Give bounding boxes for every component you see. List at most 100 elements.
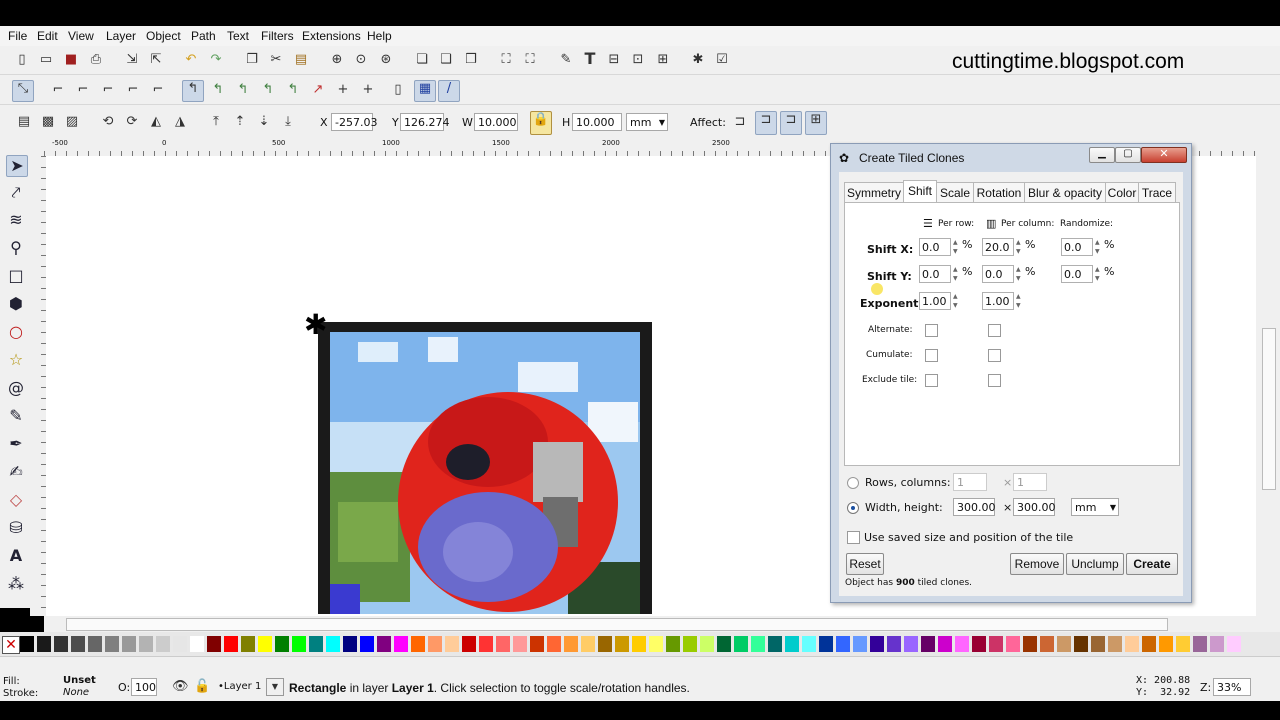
3dbox-tool-icon[interactable]: ⬢ bbox=[6, 294, 26, 314]
zoom-selection-icon[interactable]: ⊕ bbox=[329, 52, 345, 68]
palette-swatch[interactable] bbox=[921, 636, 935, 652]
snap-nodes-icon[interactable]: ↰ bbox=[182, 80, 204, 102]
close-button[interactable]: ✕ bbox=[1141, 147, 1187, 163]
palette-swatch[interactable] bbox=[275, 636, 289, 652]
tab-rotation[interactable]: Rotation bbox=[973, 182, 1025, 204]
pen-tool-icon[interactable]: ✒ bbox=[6, 434, 26, 454]
spin-arrows-icon[interactable]: ▲ ▼ bbox=[1095, 238, 1103, 256]
rect-tool-icon[interactable]: □ bbox=[6, 266, 26, 286]
palette-swatch[interactable] bbox=[1176, 636, 1190, 652]
shift-y-col-value[interactable]: 0.0 bbox=[982, 265, 1014, 283]
exclude-col-checkbox[interactable] bbox=[988, 374, 1001, 387]
reset-button[interactable]: Reset bbox=[846, 553, 884, 575]
palette-swatch[interactable] bbox=[173, 636, 187, 652]
palette-swatch[interactable] bbox=[377, 636, 391, 652]
shift-x-col-spin[interactable]: 20.0 ▲ ▼ bbox=[982, 238, 1028, 256]
text-tool-icon[interactable]: A bbox=[6, 546, 26, 566]
cut-icon[interactable]: ✂ bbox=[268, 52, 284, 68]
palette-swatch[interactable] bbox=[530, 636, 544, 652]
affect-corners-icon[interactable]: ⊐ bbox=[755, 111, 777, 135]
palette-swatch[interactable] bbox=[462, 636, 476, 652]
palette-swatch[interactable] bbox=[683, 636, 697, 652]
duplicate-icon[interactable]: ❏ bbox=[414, 52, 430, 68]
stroke-value[interactable]: None bbox=[63, 687, 89, 698]
palette-swatch[interactable] bbox=[343, 636, 357, 652]
shift-y-rand-value[interactable]: 0.0 bbox=[1061, 265, 1093, 283]
palette-swatch[interactable] bbox=[20, 636, 34, 652]
layer-lock-icon[interactable]: 🔓 bbox=[194, 679, 210, 695]
y-field[interactable]: 126.274 bbox=[400, 113, 450, 131]
lower-icon[interactable]: ⇣ bbox=[256, 114, 272, 130]
menu-file[interactable]: File bbox=[8, 29, 27, 43]
snap-path-icon[interactable]: ↰ bbox=[210, 82, 226, 98]
palette-swatch[interactable] bbox=[411, 636, 425, 652]
exponent-row-spin[interactable]: 1.00 ▲ ▼ bbox=[919, 292, 965, 310]
select-all-icon[interactable]: ▤ bbox=[16, 114, 32, 130]
palette-swatch[interactable] bbox=[156, 636, 170, 652]
palette-swatch[interactable] bbox=[887, 636, 901, 652]
vertical-scroll-thumb[interactable] bbox=[1262, 328, 1276, 490]
exponent-col-value[interactable]: 1.00 bbox=[982, 292, 1014, 310]
snap-intersection-icon[interactable]: ↰ bbox=[235, 82, 251, 98]
palette-swatch[interactable] bbox=[717, 636, 731, 652]
palette-swatch[interactable] bbox=[1210, 636, 1224, 652]
create-button[interactable]: Create bbox=[1126, 553, 1178, 575]
palette-swatch[interactable] bbox=[241, 636, 255, 652]
palette-swatch[interactable] bbox=[1142, 636, 1156, 652]
shift-x-col-value[interactable]: 20.0 bbox=[982, 238, 1014, 256]
tab-shift[interactable]: Shift bbox=[903, 180, 937, 204]
pencil-tool-icon[interactable]: ✎ bbox=[6, 406, 26, 426]
palette-swatch[interactable] bbox=[598, 636, 612, 652]
palette-swatch[interactable] bbox=[1006, 636, 1020, 652]
layer-dropdown-chevron-icon[interactable]: ▼ bbox=[266, 678, 284, 696]
palette-swatch[interactable] bbox=[1193, 636, 1207, 652]
shift-x-row-spin[interactable]: 0.0 ▲ ▼ bbox=[919, 238, 965, 256]
horizontal-scroll-thumb[interactable] bbox=[66, 618, 1168, 631]
palette-swatch[interactable] bbox=[190, 636, 204, 652]
menu-text[interactable]: Text bbox=[227, 29, 249, 43]
print-icon[interactable]: ⎙ bbox=[88, 52, 104, 68]
spin-arrows-icon[interactable]: ▲ ▼ bbox=[1016, 238, 1024, 256]
group-icon[interactable]: ⛶ bbox=[498, 52, 514, 68]
palette-swatch[interactable] bbox=[394, 636, 408, 652]
palette-swatch[interactable] bbox=[1108, 636, 1122, 652]
menu-help[interactable]: Help bbox=[367, 29, 392, 43]
use-saved-checkbox[interactable] bbox=[847, 531, 860, 544]
shift-x-rand-spin[interactable]: 0.0 ▲ ▼ bbox=[1061, 238, 1107, 256]
palette-swatch[interactable] bbox=[785, 636, 799, 652]
undo-icon[interactable]: ↶ bbox=[183, 52, 199, 68]
palette-swatch[interactable] bbox=[972, 636, 986, 652]
lock-icon[interactable]: 🔒 bbox=[530, 111, 552, 135]
palette-swatch[interactable] bbox=[105, 636, 119, 652]
width-height-radio[interactable] bbox=[847, 502, 859, 514]
spin-arrows-icon[interactable]: ▲ ▼ bbox=[1095, 265, 1103, 283]
palette-swatch[interactable] bbox=[632, 636, 646, 652]
spin-arrows-icon[interactable]: ▲ ▼ bbox=[1016, 265, 1024, 283]
rotate-ccw-icon[interactable]: ⟲ bbox=[100, 114, 116, 130]
layer-select[interactable]: •Layer 1 bbox=[218, 681, 261, 692]
palette-swatch[interactable] bbox=[1159, 636, 1173, 652]
alternate-col-checkbox[interactable] bbox=[988, 324, 1001, 337]
zoom-drawing-icon[interactable]: ⊙ bbox=[353, 52, 369, 68]
cumulate-row-checkbox[interactable] bbox=[925, 349, 938, 362]
eraser-tool-icon[interactable]: ◇ bbox=[6, 490, 26, 510]
palette-swatch[interactable] bbox=[1227, 636, 1241, 652]
spin-arrows-icon[interactable]: ▲ ▼ bbox=[953, 265, 961, 283]
fill-value[interactable]: Unset bbox=[63, 675, 96, 686]
save-icon[interactable]: ■ bbox=[63, 52, 79, 68]
palette-swatch[interactable] bbox=[139, 636, 153, 652]
rotate-cw-icon[interactable]: ⟳ bbox=[124, 114, 140, 130]
snap-guide-icon[interactable]: / bbox=[438, 80, 460, 102]
exponent-row-value[interactable]: 1.00 bbox=[919, 292, 951, 310]
palette-swatch[interactable] bbox=[870, 636, 884, 652]
redo-icon[interactable]: ↷ bbox=[208, 52, 224, 68]
shift-x-rand-value[interactable]: 0.0 bbox=[1061, 238, 1093, 256]
palette-swatch[interactable] bbox=[428, 636, 442, 652]
shift-y-col-spin[interactable]: 0.0 ▲ ▼ bbox=[982, 265, 1028, 283]
h-field[interactable]: 10.000 bbox=[572, 113, 622, 131]
size-unit-select[interactable]: mm ▼ bbox=[1071, 498, 1119, 516]
minimize-button[interactable]: ▁ bbox=[1089, 147, 1115, 163]
palette-swatch[interactable] bbox=[258, 636, 272, 652]
tweak-tool-icon[interactable]: ≋ bbox=[6, 210, 26, 230]
palette-swatch[interactable] bbox=[496, 636, 510, 652]
